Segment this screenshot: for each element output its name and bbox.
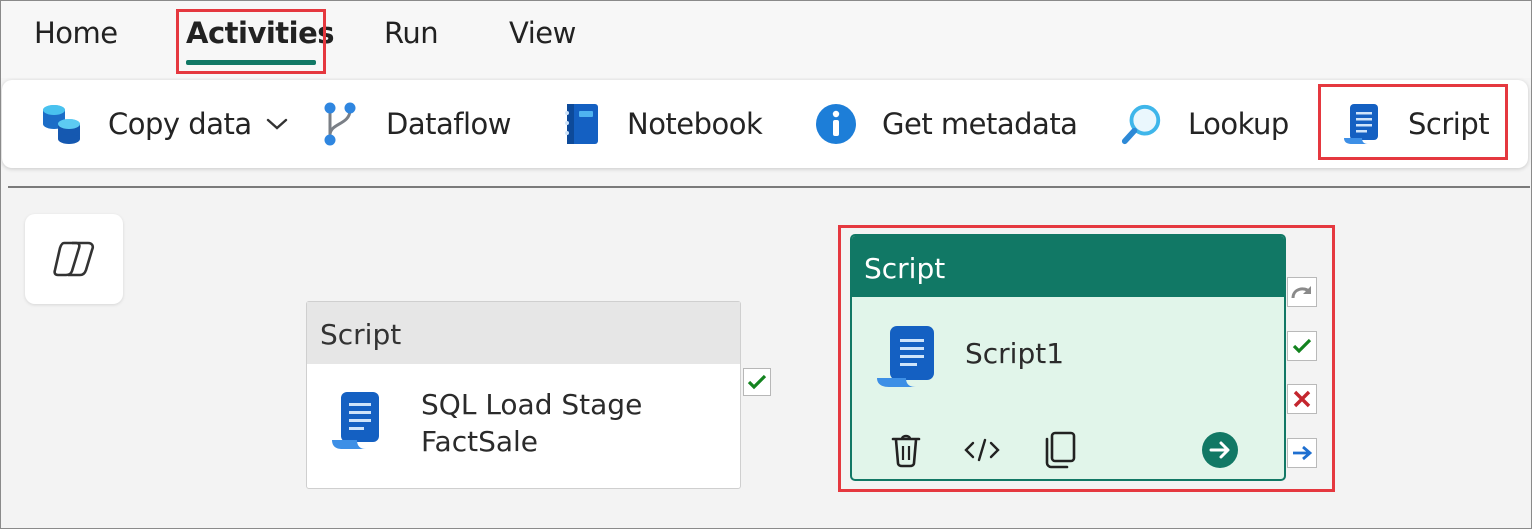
activity-name: Script1: [965, 337, 1065, 370]
copy-data-button[interactable]: Copy data: [40, 80, 288, 168]
activity-card-sql-load-stage[interactable]: Script SQL Load Stage FactSale: [306, 301, 741, 489]
search-icon: [1120, 102, 1164, 146]
copy-icon: [1042, 431, 1076, 469]
lookup-button[interactable]: Lookup: [1120, 80, 1289, 168]
activity-type-label: Script: [852, 236, 1284, 297]
notebook-label: Notebook: [627, 107, 763, 141]
fail-icon: [1292, 389, 1312, 409]
on-success-connector[interactable]: [1287, 331, 1317, 361]
code-icon: [964, 437, 1000, 463]
on-fail-connector[interactable]: [1287, 384, 1317, 414]
delete-button[interactable]: [886, 430, 926, 470]
script-icon: [1340, 102, 1384, 146]
activities-ribbon: Copy data Dataflow Notebook Get metadata…: [2, 80, 1528, 168]
tab-home[interactable]: Home: [34, 16, 118, 50]
script-icon: [329, 390, 385, 457]
dataflow-label: Dataflow: [386, 107, 511, 141]
checkmark-icon: [1292, 338, 1312, 354]
copilot-button[interactable]: [25, 214, 123, 304]
tab-bar: Home Activities Run View: [0, 0, 1532, 78]
notebook-icon: [559, 102, 603, 146]
on-completion-connector[interactable]: [1287, 438, 1317, 468]
script-icon: [874, 324, 946, 395]
complete-arrow-icon: [1291, 444, 1313, 462]
get-metadata-button[interactable]: Get metadata: [814, 80, 1078, 168]
on-skip-connector[interactable]: [1287, 277, 1317, 307]
tab-run[interactable]: Run: [384, 16, 439, 50]
info-icon: [814, 102, 858, 146]
delete-icon: [890, 432, 922, 468]
dataflow-branch-icon: [318, 102, 362, 146]
checkmark-icon: [747, 374, 767, 390]
get-metadata-label: Get metadata: [882, 107, 1078, 141]
skip-icon: [1290, 283, 1314, 301]
active-tab-indicator: [186, 60, 316, 65]
script-button[interactable]: Script: [1340, 80, 1490, 168]
tab-activities[interactable]: Activities: [186, 16, 335, 50]
go-to-activity-button[interactable]: [1200, 430, 1240, 470]
notebook-button[interactable]: Notebook: [559, 80, 763, 168]
view-code-button[interactable]: [962, 430, 1002, 470]
database-icon: [40, 102, 84, 146]
activity-name: SQL Load Stage FactSale: [421, 388, 643, 458]
copy-activity-button[interactable]: [1039, 430, 1079, 470]
script-label: Script: [1408, 107, 1490, 141]
copy-data-label: Copy data: [108, 107, 252, 141]
lookup-label: Lookup: [1188, 107, 1289, 141]
on-success-connector[interactable]: [743, 368, 771, 396]
dataflow-button[interactable]: Dataflow: [318, 80, 511, 168]
copilot-icon: [52, 239, 96, 279]
go-arrow-icon: [1201, 431, 1239, 469]
activity-type-label: Script: [307, 302, 740, 364]
activity-card-script1[interactable]: Script Script1: [850, 234, 1286, 481]
chevron-down-icon[interactable]: [266, 117, 288, 131]
tab-view[interactable]: View: [509, 16, 576, 50]
